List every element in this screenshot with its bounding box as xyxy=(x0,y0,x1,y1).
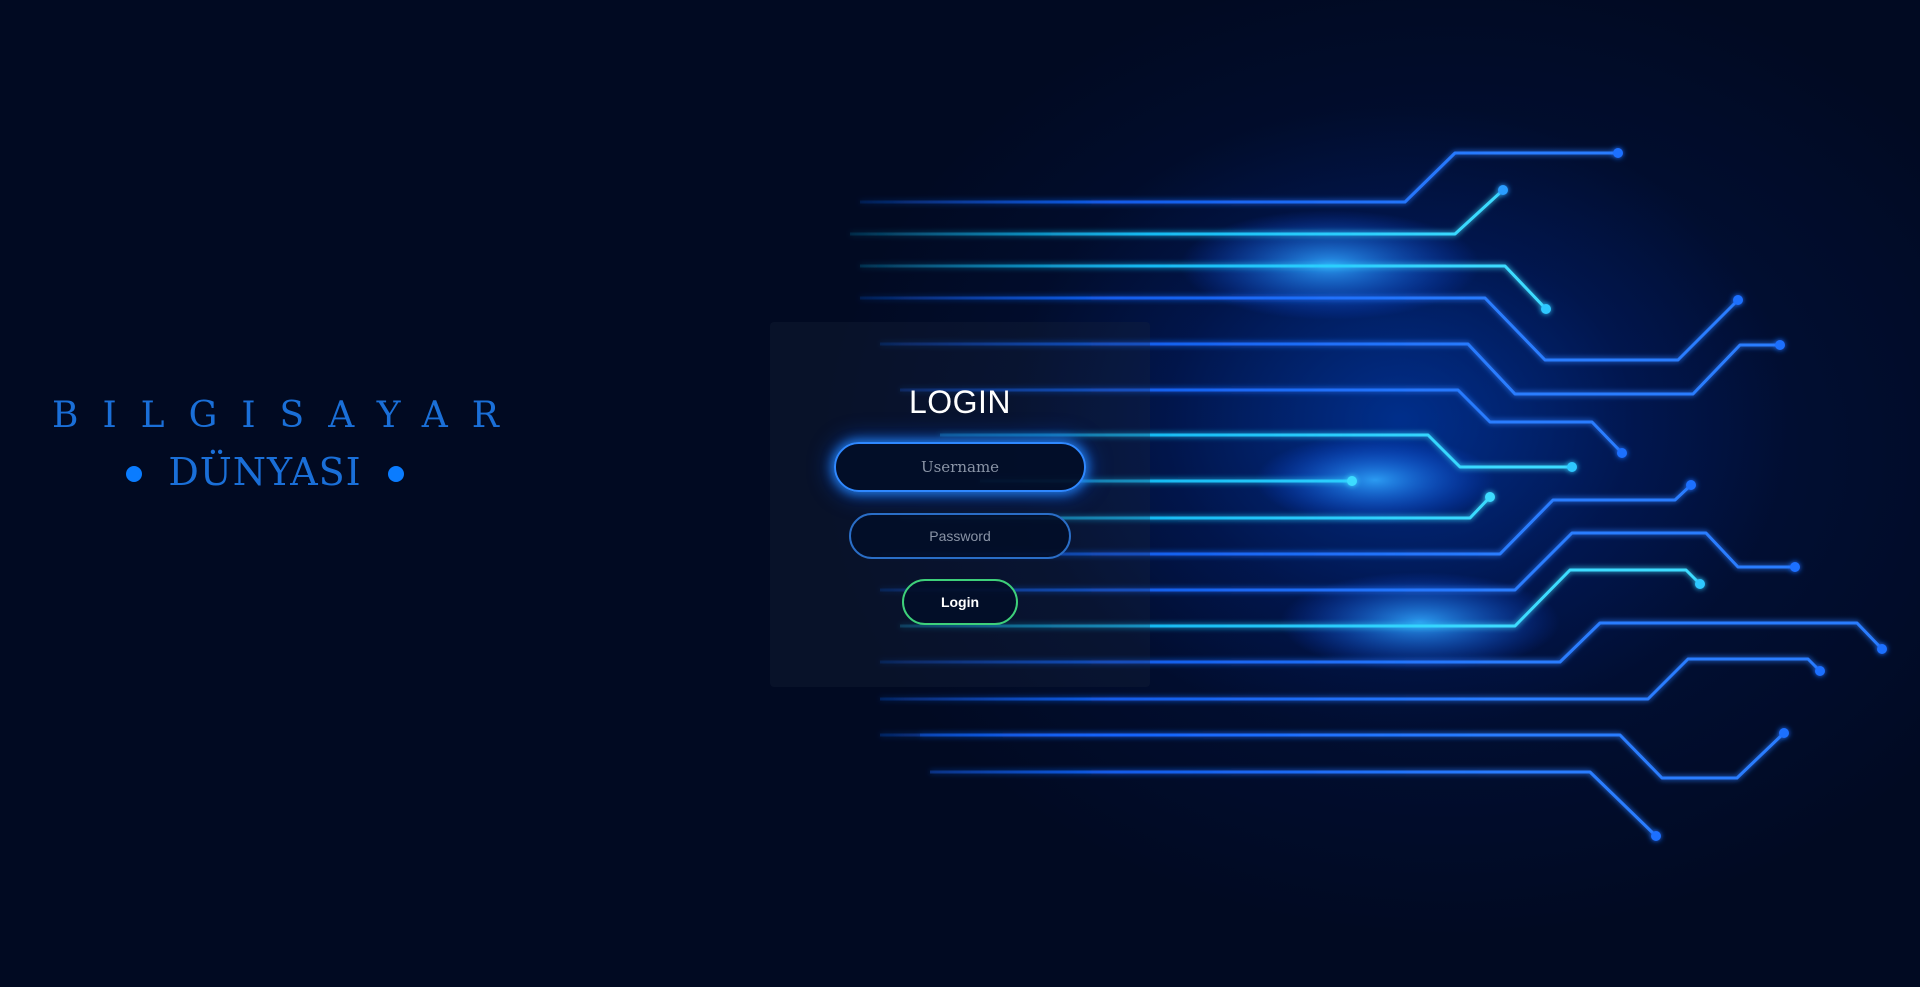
username-input[interactable] xyxy=(834,442,1086,492)
circuit-node xyxy=(1485,492,1495,502)
circuit-node xyxy=(1613,148,1623,158)
login-title: LOGIN xyxy=(908,384,1012,420)
circuit-node xyxy=(1347,476,1357,486)
circuit-node xyxy=(1617,448,1627,458)
circuit-node xyxy=(1541,304,1551,314)
login-page: BILGISAYAR DÜNYASI LOGIN Login xyxy=(0,0,1920,987)
brand-title: BILGISAYAR xyxy=(52,395,523,436)
login-panel: LOGIN Login xyxy=(770,322,1150,687)
circuit-node xyxy=(1790,562,1800,572)
brand-dot-left xyxy=(126,465,143,482)
brand-dot-right xyxy=(387,465,404,482)
circuit-node xyxy=(1815,666,1825,676)
login-button[interactable]: Login xyxy=(902,579,1018,625)
circuit-node xyxy=(1498,185,1508,195)
brand-logo: BILGISAYAR DÜNYASI xyxy=(40,395,523,494)
brand-subtitle: DÜNYASI xyxy=(168,450,362,494)
circuit-node xyxy=(1567,462,1577,472)
circuit-node xyxy=(1651,831,1661,841)
circuit-node xyxy=(1686,480,1696,490)
circuit-node xyxy=(1775,340,1785,350)
circuit-trace xyxy=(930,770,1658,838)
circuit-node xyxy=(1779,728,1789,738)
circuit-node xyxy=(1877,644,1887,654)
brand-subtitle-row: DÜNYASI xyxy=(40,450,490,494)
password-input[interactable] xyxy=(849,513,1071,559)
circuit-node xyxy=(1733,295,1743,305)
circuit-node xyxy=(1695,579,1705,589)
